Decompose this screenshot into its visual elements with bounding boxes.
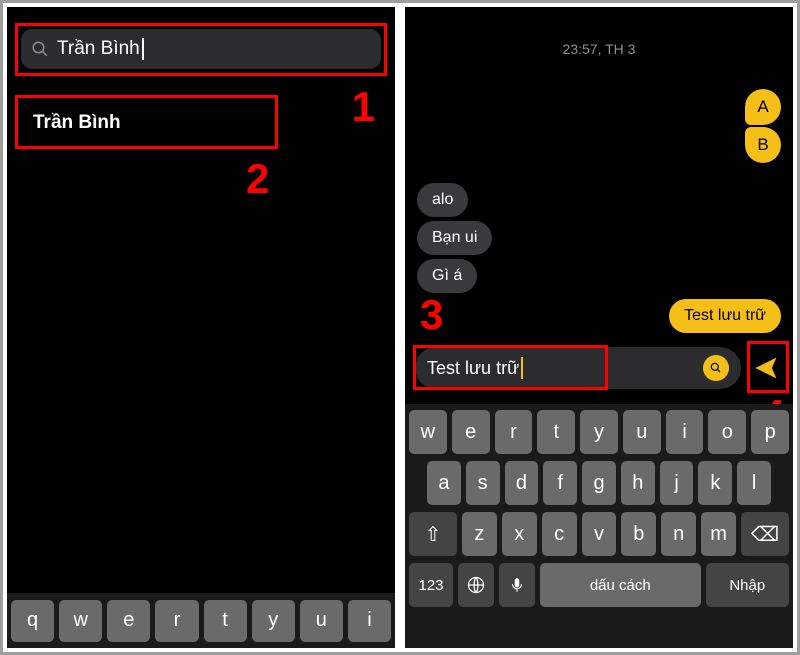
key-mic[interactable] bbox=[499, 563, 535, 607]
key-y[interactable]: y bbox=[580, 410, 618, 454]
keyboard-row-partial: q w e r t y u i bbox=[7, 593, 395, 648]
key-backspace[interactable]: ⌫ bbox=[741, 512, 789, 556]
key-v[interactable]: v bbox=[582, 512, 617, 556]
annotation-number-3: 3 bbox=[420, 291, 443, 339]
chat-timestamp: 23:57, TH 3 bbox=[405, 41, 793, 57]
gif-search-icon[interactable] bbox=[703, 355, 729, 381]
key-k[interactable]: k bbox=[698, 461, 732, 505]
key-numbers[interactable]: 123 bbox=[409, 563, 453, 607]
key-r[interactable]: r bbox=[155, 600, 198, 642]
annotation-number-2: 2 bbox=[246, 155, 269, 203]
mic-icon bbox=[508, 576, 526, 594]
key-m[interactable]: m bbox=[701, 512, 736, 556]
annotation-number-1: 1 bbox=[352, 83, 375, 131]
key-w[interactable]: w bbox=[409, 410, 447, 454]
message-out-b[interactable]: B bbox=[745, 127, 781, 163]
message-out-a[interactable]: A bbox=[745, 89, 781, 125]
key-i[interactable]: i bbox=[666, 410, 704, 454]
key-o[interactable]: o bbox=[708, 410, 746, 454]
key-j[interactable]: j bbox=[660, 461, 694, 505]
key-shift[interactable]: ⇧ bbox=[409, 512, 457, 556]
key-y[interactable]: y bbox=[252, 600, 295, 642]
key-return[interactable]: Nhập bbox=[706, 563, 789, 607]
key-t[interactable]: t bbox=[204, 600, 247, 642]
key-e[interactable]: e bbox=[107, 600, 150, 642]
globe-icon bbox=[466, 575, 486, 595]
key-i[interactable]: i bbox=[348, 600, 391, 642]
key-w[interactable]: w bbox=[59, 600, 102, 642]
annotation-box-3 bbox=[413, 345, 608, 390]
key-e[interactable]: e bbox=[452, 410, 490, 454]
key-p[interactable]: p bbox=[751, 410, 789, 454]
key-x[interactable]: x bbox=[502, 512, 537, 556]
key-space[interactable]: dấu cách bbox=[540, 563, 701, 607]
key-globe[interactable] bbox=[458, 563, 494, 607]
key-q[interactable]: q bbox=[11, 600, 54, 642]
key-g[interactable]: g bbox=[582, 461, 616, 505]
key-n[interactable]: n bbox=[661, 512, 696, 556]
message-in-alo[interactable]: alo bbox=[417, 183, 468, 217]
annotation-box-1 bbox=[15, 23, 387, 76]
annotation-box-2 bbox=[15, 95, 278, 149]
search-screen: Trần Bình Trần Bình 1 2 q w e r t y u i bbox=[7, 7, 395, 648]
key-a[interactable]: a bbox=[427, 461, 461, 505]
message-in-gia[interactable]: Gì á bbox=[417, 259, 477, 293]
message-out-test[interactable]: Test lưu trữ bbox=[669, 299, 781, 333]
key-z[interactable]: z bbox=[462, 512, 497, 556]
key-t[interactable]: t bbox=[537, 410, 575, 454]
key-l[interactable]: l bbox=[737, 461, 771, 505]
tutorial-frame: Trần Bình Trần Bình 1 2 q w e r t y u i … bbox=[0, 0, 800, 655]
key-f[interactable]: f bbox=[543, 461, 577, 505]
annotation-box-4 bbox=[747, 341, 789, 393]
key-c[interactable]: c bbox=[542, 512, 577, 556]
key-s[interactable]: s bbox=[466, 461, 500, 505]
message-in-banui[interactable]: Bạn ui bbox=[417, 221, 492, 255]
keyboard: w e r t y u i o p a s d f g h j k l bbox=[405, 404, 793, 648]
key-r[interactable]: r bbox=[495, 410, 533, 454]
key-d[interactable]: d bbox=[505, 461, 539, 505]
chat-screen: 23:57, TH 3 A B alo Bạn ui Gì á Test lưu… bbox=[405, 7, 793, 648]
key-u[interactable]: u bbox=[300, 600, 343, 642]
key-u[interactable]: u bbox=[623, 410, 661, 454]
key-b[interactable]: b bbox=[621, 512, 656, 556]
key-h[interactable]: h bbox=[621, 461, 655, 505]
